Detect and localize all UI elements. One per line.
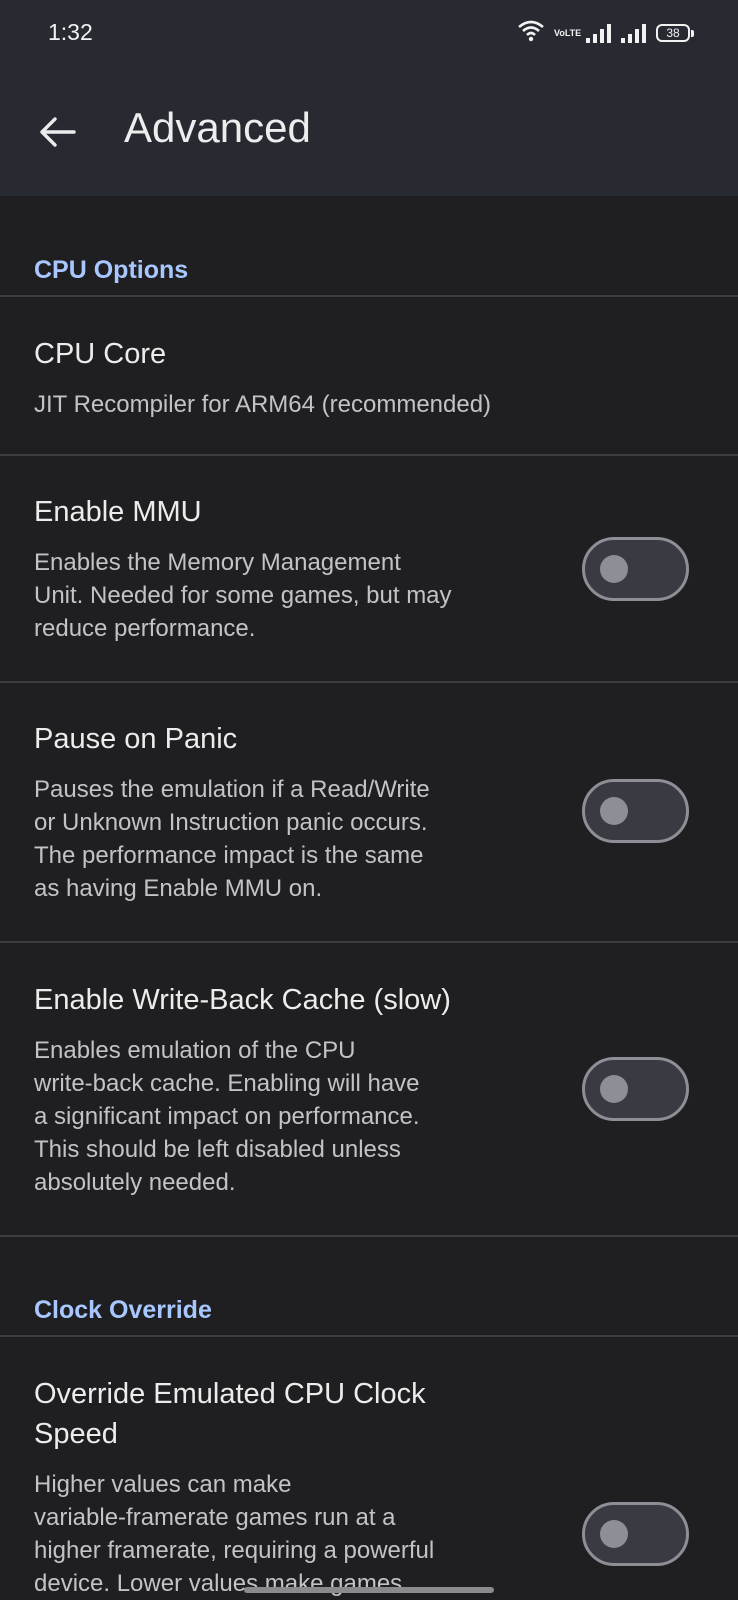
setting-summary: JIT Recompiler for ARM64 (recommended) — [34, 391, 492, 418]
divider — [0, 295, 738, 297]
setting-summary-line: device. Lower values make games — [34, 1570, 403, 1597]
toggle-knob — [600, 797, 628, 825]
toggle-knob — [600, 1520, 628, 1548]
divider — [0, 941, 738, 943]
setting-summary-line: or Unknown Instruction panic occurs. — [34, 809, 428, 836]
divider — [0, 454, 738, 456]
setting-summary-line: Enables the Memory Management — [34, 549, 401, 576]
setting-summary-line: The performance impact is the same — [34, 842, 424, 869]
setting-summary-line: This should be left disabled unless — [34, 1136, 401, 1163]
wifi-icon — [518, 20, 544, 47]
setting-summary-line: variable-framerate games run at a — [34, 1504, 396, 1531]
divider — [0, 681, 738, 683]
setting-title: Enable MMU — [34, 496, 202, 528]
divider — [0, 1335, 738, 1337]
signal-icon — [586, 23, 611, 43]
arrow-left-icon — [40, 117, 76, 147]
back-button[interactable] — [30, 108, 84, 156]
signal-icon-2 — [621, 23, 646, 43]
pause-on-panic-toggle[interactable] — [582, 779, 689, 843]
status-icons: VoLTE 38 — [518, 20, 694, 47]
setting-summary-line: write-back cache. Enabling will have — [34, 1070, 420, 1097]
divider — [0, 1235, 738, 1237]
setting-summary-line: Pauses the emulation if a Read/Write — [34, 776, 430, 803]
setting-summary-line: absolutely needed. — [34, 1169, 236, 1196]
override-clock-toggle[interactable] — [582, 1502, 689, 1566]
page-title: Advanced — [124, 104, 311, 151]
setting-summary-line: reduce performance. — [34, 615, 256, 642]
toggle-knob — [600, 555, 628, 583]
setting-summary-line: Unit. Needed for some games, but may — [34, 582, 452, 609]
setting-summary-line: higher framerate, requiring a powerful — [34, 1537, 435, 1564]
battery-icon: 38 — [656, 24, 694, 42]
setting-summary-line: Enables emulation of the CPU — [34, 1037, 356, 1064]
section-header-clock-override: Clock Override — [34, 1296, 212, 1324]
setting-title-line: Speed — [34, 1418, 118, 1450]
setting-title-line: Override Emulated CPU Clock — [34, 1378, 426, 1410]
setting-title: CPU Core — [34, 338, 167, 370]
app-bar: Advanced — [0, 66, 738, 196]
status-time: 1:32 — [48, 19, 93, 45]
status-bar: 1:32 VoLTE 38 — [0, 0, 738, 66]
write-back-cache-toggle[interactable] — [582, 1057, 689, 1121]
enable-mmu-toggle[interactable] — [582, 537, 689, 601]
setting-title: Pause on Panic — [34, 723, 238, 755]
volte-icon: VoLTE — [554, 27, 582, 38]
setting-summary-line: a significant impact on performance. — [34, 1103, 420, 1130]
setting-title: Enable Write-Back Cache (slow) — [34, 984, 451, 1016]
home-indicator[interactable] — [244, 1587, 494, 1593]
toggle-knob — [600, 1075, 628, 1103]
setting-summary-line: Higher values can make — [34, 1471, 292, 1498]
setting-summary-line: as having Enable MMU on. — [34, 875, 323, 902]
section-header-cpu-options: CPU Options — [34, 256, 189, 284]
